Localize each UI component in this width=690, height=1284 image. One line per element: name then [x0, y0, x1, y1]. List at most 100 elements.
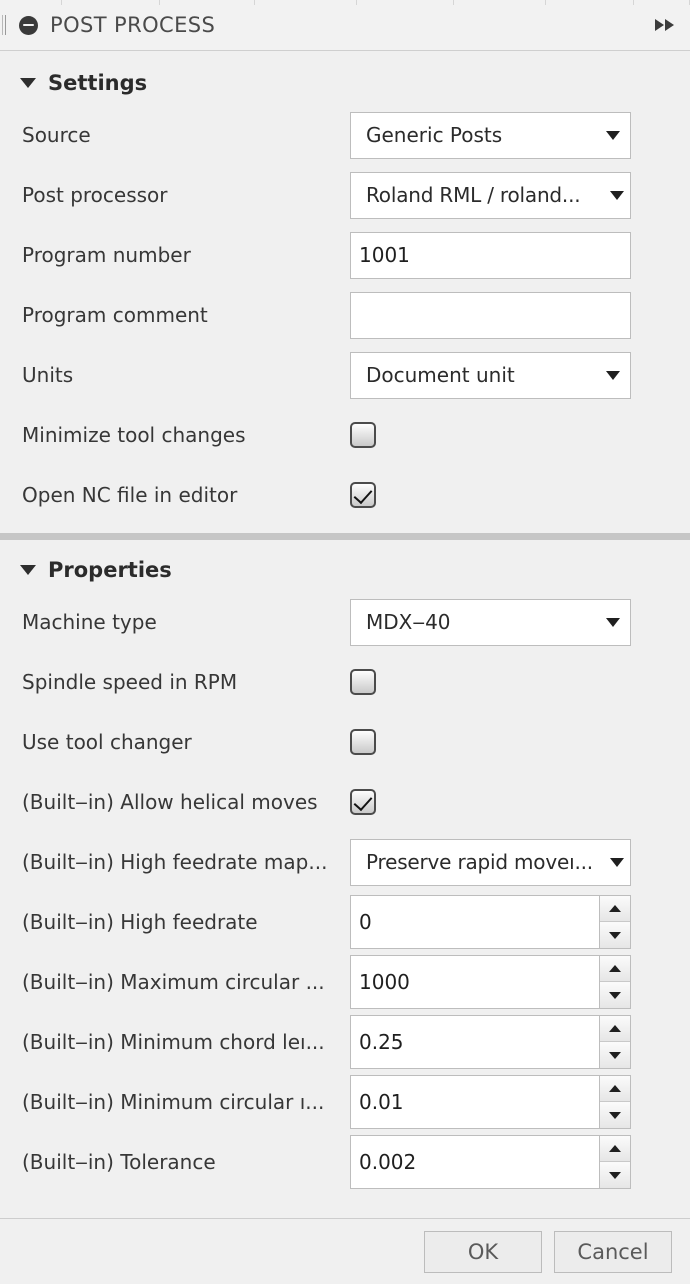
minimum-circular-radius-input[interactable]: 0.01 — [350, 1075, 599, 1129]
triangle-down-icon — [609, 1051, 621, 1059]
units-value: Document unit — [366, 363, 515, 387]
source-value: Generic Posts — [366, 123, 503, 147]
high-feedrate-spinner[interactable]: 0 — [350, 895, 631, 949]
row-high-feedrate-mapping: (Built‒in) High feedrate map... Preserve… — [0, 832, 690, 892]
minimize-tool-changes-checkbox[interactable] — [350, 422, 376, 448]
minimum-chord-length-spinner[interactable]: 0.25 — [350, 1015, 631, 1069]
control-high-feedrate: 0 — [350, 895, 690, 949]
drag-grip-icon[interactable] — [2, 14, 10, 36]
allow-helical-moves-checkbox[interactable] — [350, 789, 376, 815]
triangle-up-icon — [609, 1085, 621, 1092]
stepper-down-button[interactable] — [600, 1162, 630, 1188]
label-high-feedrate-mapping: (Built‒in) High feedrate map... — [22, 850, 328, 874]
triangle-down-icon — [609, 1111, 621, 1119]
section-title-settings: Settings — [48, 71, 148, 95]
program-comment-input[interactable] — [350, 291, 631, 339]
label-post-processor: Post processor — [22, 183, 168, 207]
section-header-properties[interactable]: Properties — [0, 546, 690, 592]
dialog-titlebar: POST PROCESS — [0, 0, 690, 51]
control-maximum-circular: 1000 — [350, 955, 690, 1009]
label-program-number: Program number — [22, 243, 191, 267]
triangle-up-icon — [609, 905, 621, 912]
chevron-down-icon — [610, 190, 624, 200]
chevron-down-icon — [606, 617, 620, 627]
minimum-circular-radius-stepper[interactable] — [599, 1075, 631, 1129]
triangle-down-icon — [609, 991, 621, 999]
chevron-down-icon — [20, 565, 36, 575]
high-feedrate-mapping-dropdown[interactable]: Preserve rapid moveı... — [350, 838, 631, 886]
tolerance-input[interactable]: 0.002 — [350, 1135, 599, 1189]
row-use-tool-changer: Use tool changer — [0, 712, 690, 772]
fast-forward-icon[interactable] — [654, 18, 676, 32]
row-program-comment: Program comment — [0, 285, 690, 345]
chevron-down-icon — [20, 78, 36, 88]
row-units: Units Document unit — [0, 345, 690, 405]
high-feedrate-mapping-value: Preserve rapid moveı... — [366, 850, 593, 874]
source-dropdown[interactable]: Generic Posts — [350, 111, 631, 159]
maximum-circular-stepper[interactable] — [599, 955, 631, 1009]
tolerance-value: 0.002 — [359, 1150, 417, 1174]
minimum-chord-length-stepper[interactable] — [599, 1015, 631, 1069]
control-minimum-chord-length: 0.25 — [350, 1015, 690, 1069]
tolerance-stepper[interactable] — [599, 1135, 631, 1189]
label-program-comment: Program comment — [22, 303, 208, 327]
cancel-button[interactable]: Cancel — [554, 1230, 672, 1273]
maximum-circular-spinner[interactable]: 1000 — [350, 955, 631, 1009]
machine-type-dropdown[interactable]: MDX‒40 — [350, 598, 631, 646]
chevron-down-icon — [610, 857, 624, 867]
post-processor-value: Roland RML / roland... — [366, 183, 581, 207]
chevron-down-icon — [606, 130, 620, 140]
section-title-properties: Properties — [48, 558, 172, 582]
row-minimum-circular-radius: (Built‒in) Minimum circular ı... 0.01 — [0, 1072, 690, 1132]
stepper-down-button[interactable] — [600, 922, 630, 948]
high-feedrate-input[interactable]: 0 — [350, 895, 599, 949]
control-minimum-circular-radius: 0.01 — [350, 1075, 690, 1129]
open-nc-file-checkbox[interactable] — [350, 482, 376, 508]
high-feedrate-value: 0 — [359, 910, 372, 934]
row-open-nc-file: Open NC file in editor — [0, 465, 690, 525]
stepper-up-button[interactable] — [600, 1076, 630, 1102]
minimum-chord-length-value: 0.25 — [359, 1030, 404, 1054]
stepper-down-button[interactable] — [600, 1042, 630, 1068]
ok-button[interactable]: OK — [424, 1230, 542, 1273]
minus-circle-icon[interactable] — [19, 15, 38, 35]
control-use-tool-changer — [350, 729, 690, 755]
tab-strip-edge — [0, 0, 690, 5]
units-dropdown[interactable]: Document unit — [350, 351, 631, 399]
row-tolerance: (Built‒in) Tolerance 0.002 — [0, 1132, 690, 1192]
minimum-chord-length-input[interactable]: 0.25 — [350, 1015, 599, 1069]
label-machine-type: Machine type — [22, 610, 157, 634]
triangle-up-icon — [609, 1145, 621, 1152]
section-divider — [0, 533, 690, 540]
label-allow-helical-moves: (Built‒in) Allow helical moves — [22, 790, 318, 814]
stepper-up-button[interactable] — [600, 1136, 630, 1162]
post-processor-dropdown[interactable]: Roland RML / roland... — [350, 171, 631, 219]
stepper-up-button[interactable] — [600, 896, 630, 922]
row-allow-helical-moves: (Built‒in) Allow helical moves — [0, 772, 690, 832]
control-high-feedrate-mapping: Preserve rapid moveı... — [350, 838, 690, 886]
label-high-feedrate: (Built‒in) High feedrate — [22, 910, 258, 934]
use-tool-changer-checkbox[interactable] — [350, 729, 376, 755]
high-feedrate-stepper[interactable] — [599, 895, 631, 949]
stepper-down-button[interactable] — [600, 1102, 630, 1128]
page-title: POST PROCESS — [50, 13, 216, 37]
spindle-speed-rpm-checkbox[interactable] — [350, 669, 376, 695]
dialog-body: Settings Source Generic Posts Post proce… — [0, 51, 690, 1218]
row-program-number: Program number 1001 — [0, 225, 690, 285]
minimum-circular-radius-value: 0.01 — [359, 1090, 404, 1114]
label-spindle-speed-rpm: Spindle speed in RPM — [22, 670, 238, 694]
control-program-number: 1001 — [350, 231, 690, 279]
stepper-down-button[interactable] — [600, 982, 630, 1008]
section-header-settings[interactable]: Settings — [0, 59, 690, 105]
program-number-value: 1001 — [359, 243, 410, 267]
stepper-up-button[interactable] — [600, 1016, 630, 1042]
stepper-up-button[interactable] — [600, 956, 630, 982]
control-open-nc-file — [350, 482, 690, 508]
maximum-circular-value: 1000 — [359, 970, 410, 994]
tolerance-spinner[interactable]: 0.002 — [350, 1135, 631, 1189]
program-number-input[interactable]: 1001 — [350, 231, 631, 279]
maximum-circular-input[interactable]: 1000 — [350, 955, 599, 1009]
triangle-down-icon — [609, 1171, 621, 1179]
label-minimum-chord-length: (Built‒in) Minimum chord leı... — [22, 1030, 325, 1054]
minimum-circular-radius-spinner[interactable]: 0.01 — [350, 1075, 631, 1129]
